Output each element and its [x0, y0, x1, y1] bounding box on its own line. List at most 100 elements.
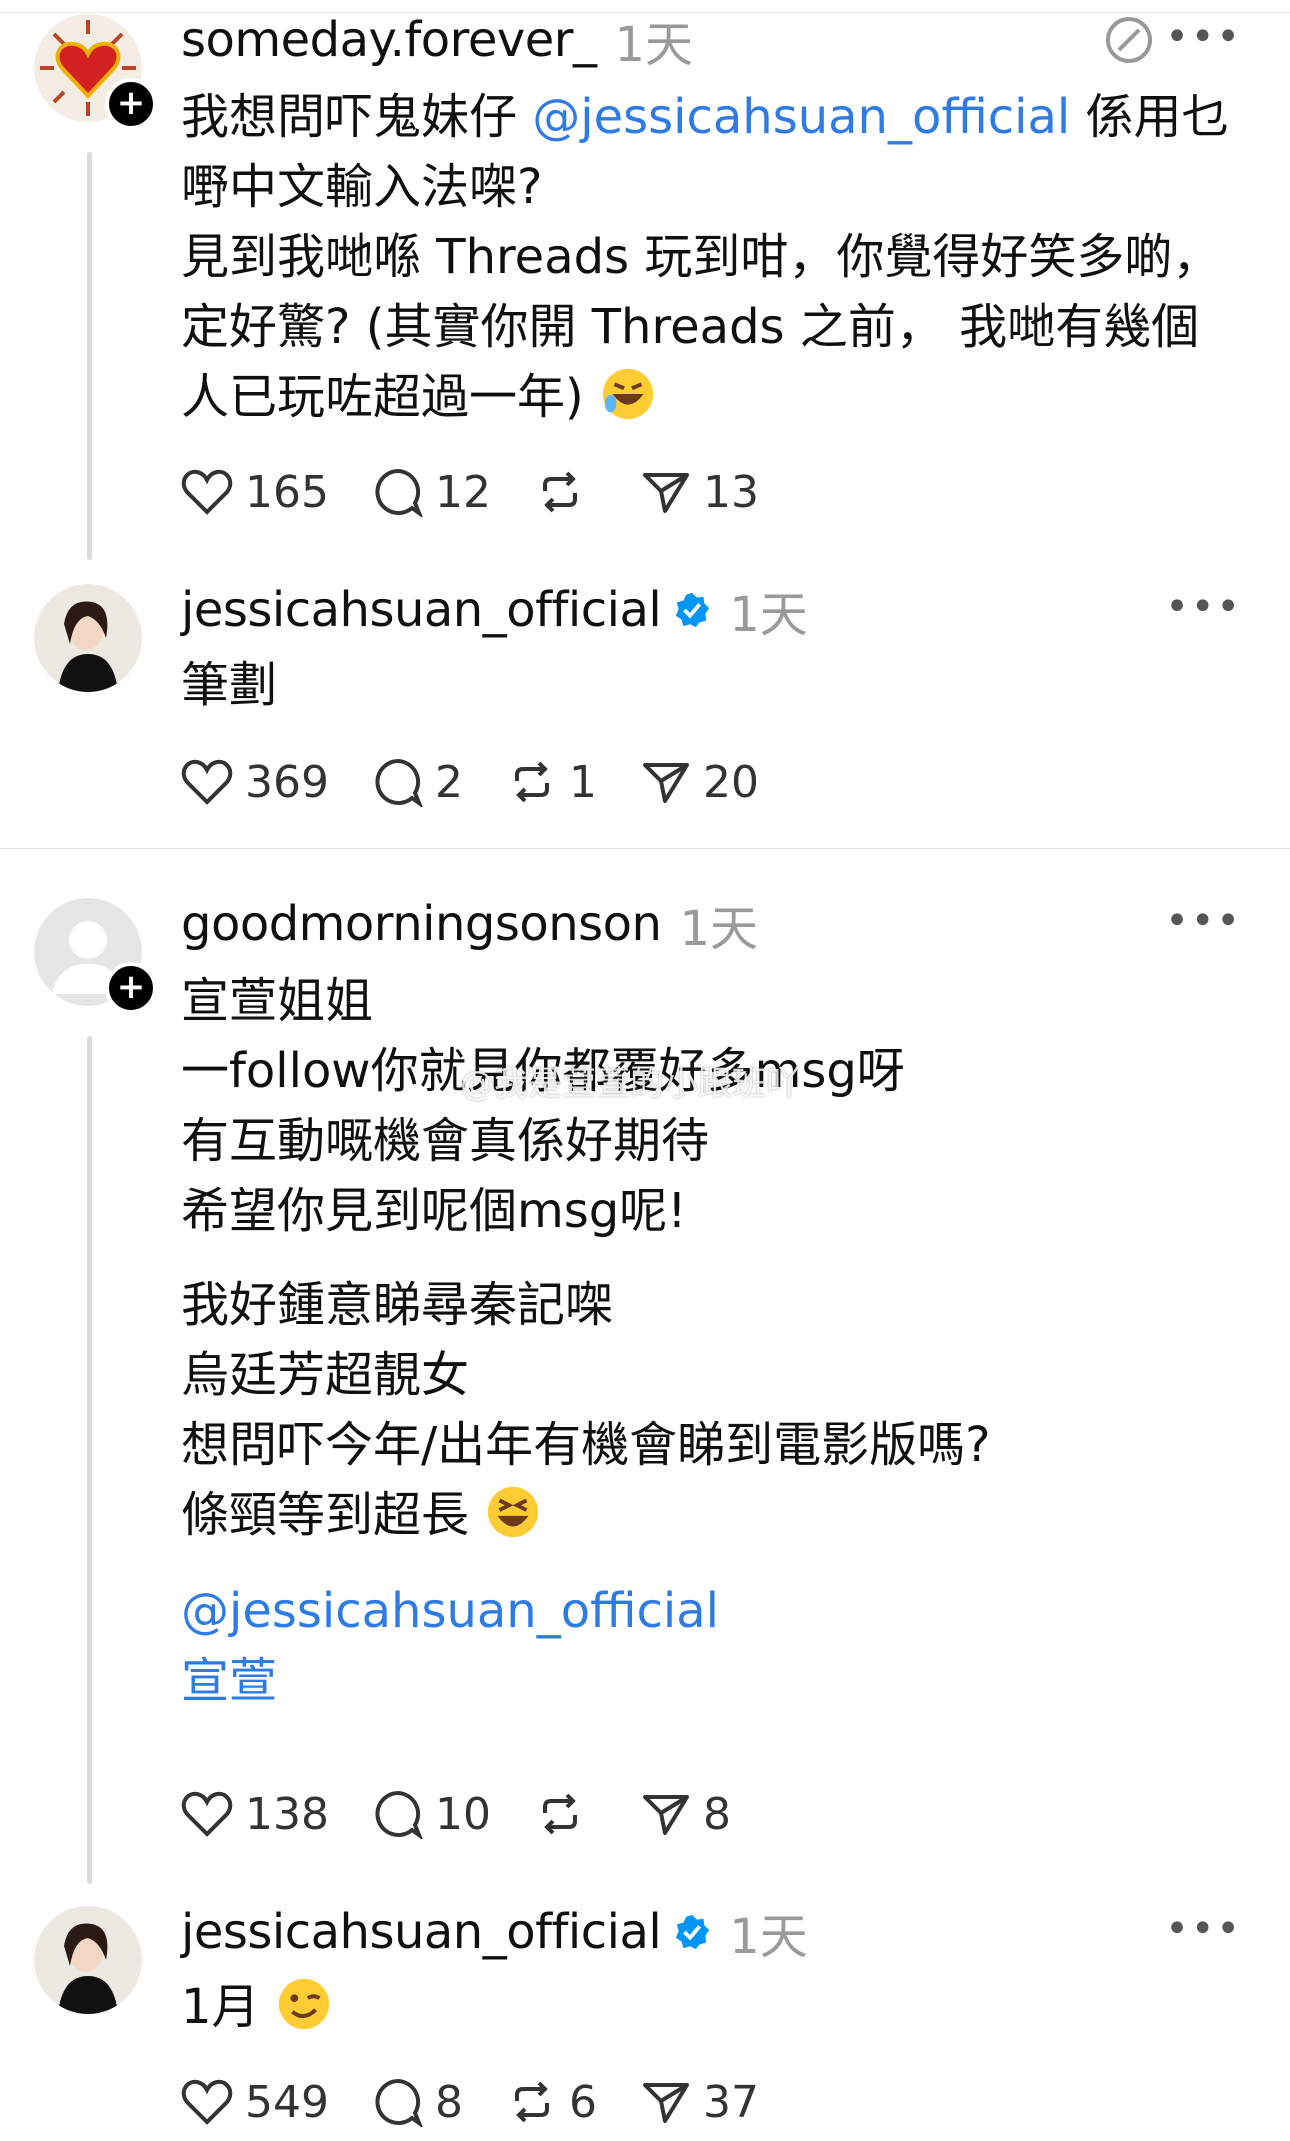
timestamp: 1天 — [729, 1909, 808, 1965]
comment-icon — [375, 2078, 423, 2127]
share-icon — [642, 763, 689, 803]
timestamp: 1天 — [679, 901, 758, 957]
post-body: 筆劃 — [181, 650, 1241, 720]
verified-badge-icon — [676, 1914, 710, 1950]
text-line: 有互動嘅機會真係好期待 — [181, 1113, 710, 1169]
timestamp: 1天 — [614, 17, 694, 73]
username[interactable]: goodmorningsonson — [181, 896, 662, 952]
post-header: goodmorningsonson 1天 — [181, 894, 758, 957]
repost-icon — [514, 761, 549, 803]
text-line: 宣萱姐姐 — [181, 973, 374, 1029]
like-button[interactable]: 549 — [181, 2077, 329, 2128]
share-button[interactable]: 37 — [641, 2077, 759, 2128]
repost-button[interactable]: 1 — [507, 757, 597, 808]
reply-count: 8 — [434, 2076, 463, 2128]
thread-divider — [0, 848, 1290, 849]
action-bar: 549 8 6 37 — [181, 2070, 803, 2134]
heart-icon — [181, 2079, 233, 2125]
reply-count: 10 — [434, 1788, 491, 1840]
comment-icon — [375, 468, 423, 517]
post-body: 1月 — [181, 1972, 1241, 2042]
avatar[interactable] — [34, 1906, 142, 2014]
mention-link[interactable]: @jessicahsuan_official — [181, 1576, 1241, 1646]
follow-plus-icon[interactable]: + — [105, 78, 157, 130]
more-icon[interactable]: ••• — [1165, 1906, 1242, 1952]
share-icon — [642, 473, 689, 513]
share-count: 8 — [702, 1788, 731, 1840]
thread-line — [87, 1036, 92, 1884]
grinning-squinting-emoji-icon — [488, 1486, 539, 1538]
repost-icon — [542, 1793, 577, 1835]
share-button[interactable]: 20 — [641, 757, 759, 808]
text-line: 嘢中文輸入法㗎? — [181, 159, 543, 215]
reply-count: 2 — [434, 756, 463, 808]
reply-button[interactable]: 10 — [373, 1789, 491, 1840]
like-count: 369 — [245, 756, 329, 808]
share-count: 13 — [702, 466, 759, 518]
repost-icon — [542, 471, 577, 513]
reply-count: 12 — [434, 466, 491, 518]
like-button[interactable]: 369 — [181, 757, 329, 808]
text-line: 烏廷芳超靚女 — [181, 1347, 470, 1403]
share-count: 37 — [702, 2076, 759, 2128]
text-line: 想問吓今年/出年有機會睇到電影版嗎? — [181, 1417, 991, 1473]
text-line: 人已玩咗超過一年) — [181, 362, 1241, 432]
share-button[interactable]: 13 — [641, 467, 759, 518]
more-icon[interactable]: ••• — [1165, 584, 1242, 630]
post-header: jessicahsuan_official 1天 — [181, 1902, 808, 1965]
post-body: 我想問吓鬼妹仔 @jessicahsuan_official 係用乜 嘢中文輸入… — [181, 82, 1241, 432]
text-line: 1月 — [181, 1972, 1241, 2042]
like-count: 138 — [245, 1788, 329, 1840]
share-icon — [642, 2083, 689, 2123]
like-count: 549 — [245, 2076, 329, 2128]
follow-plus-icon[interactable]: + — [105, 962, 157, 1014]
verified-badge-icon — [676, 592, 710, 628]
action-bar: 165 12 13 — [181, 460, 803, 524]
username[interactable]: jessicahsuan_official — [181, 582, 662, 638]
heart-icon — [181, 759, 233, 805]
rofl-emoji-icon — [602, 368, 654, 420]
text-line: 筆劃 — [181, 657, 278, 713]
like-count: 165 — [245, 466, 329, 518]
winking-face-emoji-icon — [278, 1978, 329, 2030]
avatar[interactable] — [34, 584, 142, 692]
reply-button[interactable]: 2 — [373, 757, 463, 808]
comment-icon — [375, 1790, 423, 1839]
text-line: 希望你見到呢個msg呢! — [181, 1183, 687, 1239]
timestamp: 1天 — [729, 587, 808, 643]
action-bar: 369 2 1 20 — [181, 750, 803, 814]
comment-icon — [375, 758, 423, 807]
username[interactable]: jessicahsuan_official — [181, 1904, 662, 1960]
text-line: 見到我哋喺 Threads 玩到咁，你覺得好笑多啲， — [181, 229, 1221, 285]
thread-line — [87, 152, 92, 560]
mention-link[interactable]: 宣萱 — [181, 1646, 1241, 1716]
text-line: 定好驚? (其實你開 Threads 之前， 我哋有幾個 — [181, 299, 1200, 355]
share-button[interactable]: 8 — [641, 1789, 731, 1840]
like-button[interactable]: 138 — [181, 1789, 329, 1840]
share-icon — [642, 1795, 689, 1835]
text-line: 我好鍾意睇尋秦記㗎 — [181, 1277, 614, 1333]
like-button[interactable]: 165 — [181, 467, 329, 518]
watermark: @我是萱萱的小跟班吖 — [460, 1064, 800, 1104]
share-count: 20 — [702, 756, 759, 808]
text-line: 條頸等到超長 — [181, 1480, 1241, 1550]
reply-button[interactable]: 12 — [373, 467, 491, 518]
post-header: someday.forever_ 1天 — [181, 10, 693, 73]
heart-icon — [181, 1791, 233, 1837]
more-icon[interactable]: ••• — [1165, 898, 1242, 944]
edit-icon[interactable] — [1103, 14, 1155, 66]
repost-count: 1 — [568, 756, 597, 808]
repost-button[interactable] — [535, 467, 597, 517]
heart-icon — [181, 469, 233, 515]
repost-button[interactable] — [535, 1789, 597, 1839]
username[interactable]: someday.forever_ — [181, 12, 597, 68]
mention-link[interactable]: @jessicahsuan_official — [532, 89, 1070, 145]
action-bar: 138 10 8 — [181, 1782, 775, 1846]
post-header: jessicahsuan_official 1天 — [181, 580, 808, 643]
repost-icon — [514, 2081, 549, 2123]
text-line: 我想問吓鬼妹仔 @jessicahsuan_official 係用乜 — [181, 89, 1230, 145]
repost-count: 6 — [568, 2076, 597, 2128]
repost-button[interactable]: 6 — [507, 2077, 597, 2128]
reply-button[interactable]: 8 — [373, 2077, 463, 2128]
more-icon[interactable]: ••• — [1165, 14, 1242, 60]
